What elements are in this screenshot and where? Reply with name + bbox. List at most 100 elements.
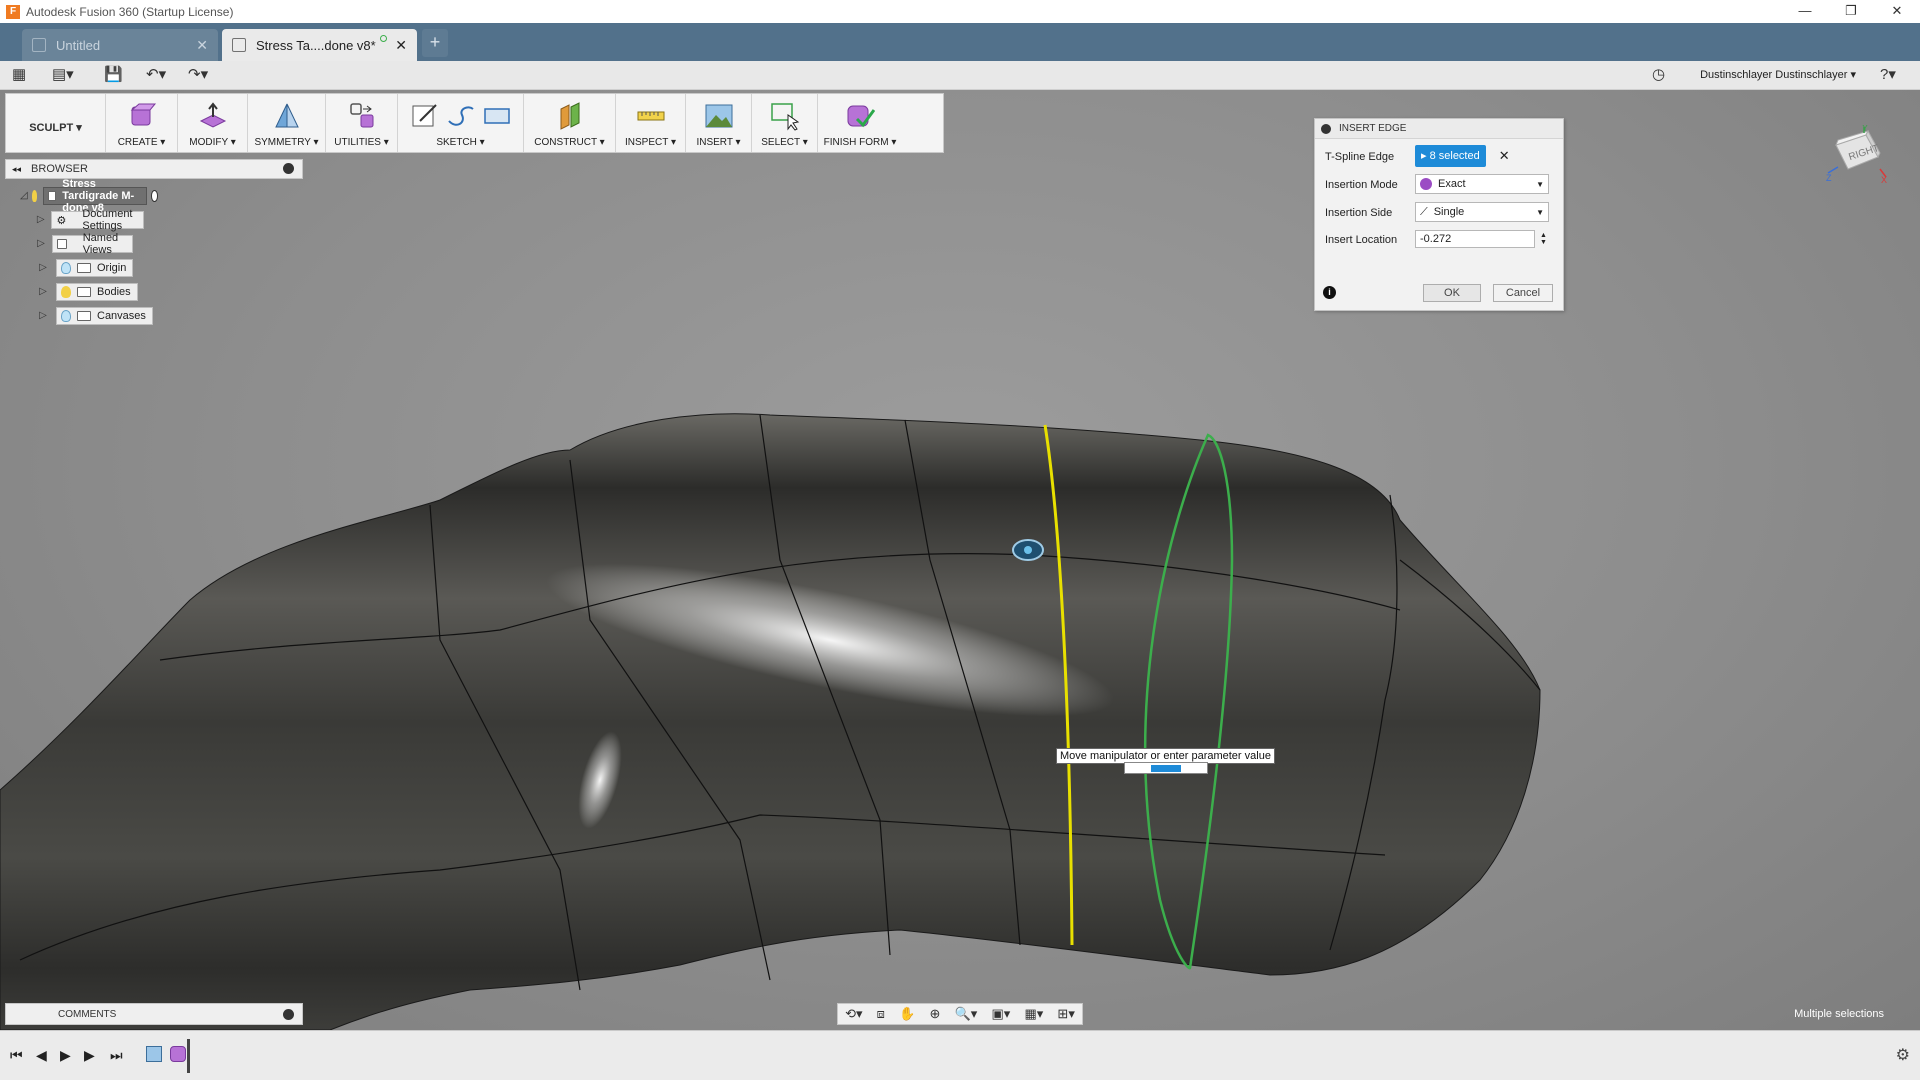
- look-at-icon[interactable]: ⧈: [877, 1006, 885, 1022]
- symmetry-label: SYMMETRY ▾: [254, 137, 319, 148]
- orbit-icon[interactable]: ⟲▾: [845, 1006, 862, 1022]
- item-label: Bodies: [97, 286, 131, 298]
- collapse-panel-icon[interactable]: ◂◂: [12, 164, 21, 175]
- symmetry-menu[interactable]: SYMMETRY ▾: [248, 94, 326, 152]
- ok-button[interactable]: OK: [1423, 284, 1481, 302]
- comments-panel[interactable]: COMMENTS: [5, 1003, 303, 1025]
- fit-zoom-window-icon[interactable]: 🔍▾: [955, 1006, 978, 1022]
- collapse-triangle-icon[interactable]: ◿: [20, 189, 28, 203]
- dialog-title: INSERT EDGE: [1339, 123, 1407, 134]
- finish-form-icon: [847, 105, 875, 128]
- redo-icon[interactable]: ↷▾: [188, 65, 208, 85]
- symmetry-icon: [274, 103, 299, 128]
- cancel-button[interactable]: Cancel: [1493, 284, 1553, 302]
- go-to-start-icon[interactable]: ⏮: [10, 1047, 23, 1064]
- activate-radio-icon[interactable]: [150, 190, 159, 202]
- browser-item-bodies[interactable]: ▷ Bodies: [36, 282, 138, 302]
- single-side-icon: ⟋: [1420, 205, 1428, 218]
- select-menu[interactable]: SELECT ▾: [752, 94, 818, 152]
- construct-menu[interactable]: CONSTRUCT ▾: [524, 94, 616, 152]
- expand-triangle-icon[interactable]: ▷: [36, 285, 50, 299]
- browser-item-document-settings[interactable]: ▷ ⚙ Document Settings: [36, 208, 145, 232]
- visibility-bulb-icon[interactable]: [61, 262, 71, 274]
- visibility-bulb-icon[interactable]: [61, 310, 71, 322]
- tab-untitled[interactable]: Untitled ✕: [22, 29, 218, 61]
- timeline-marker[interactable]: [187, 1039, 190, 1073]
- new-tab-button[interactable]: +: [422, 29, 448, 57]
- close-window-button[interactable]: ✕: [1874, 0, 1920, 23]
- save-icon[interactable]: 💾: [104, 65, 123, 85]
- go-to-end-icon[interactable]: ⏭: [110, 1047, 123, 1064]
- data-panel-grid-icon[interactable]: ▦: [12, 65, 26, 85]
- finish-form-menu[interactable]: FINISH FORM ▾: [818, 94, 902, 152]
- canvas-viewport[interactable]: [0, 90, 1920, 1030]
- folder-icon: [77, 311, 91, 321]
- browser-panel-header[interactable]: ◂◂ BROWSER: [5, 159, 303, 179]
- job-status-clock-icon[interactable]: ◷: [1652, 65, 1665, 85]
- browser-item-named-views[interactable]: ▷ Named Views: [36, 232, 134, 256]
- spinner-arrows-icon[interactable]: ▲ ▼: [1540, 232, 1547, 246]
- browser-item-origin[interactable]: ▷ Origin: [36, 258, 134, 278]
- workspace-switcher[interactable]: SCULPT ▾: [6, 94, 106, 152]
- create-menu[interactable]: CREATE ▾: [106, 94, 178, 152]
- visibility-bulb-icon[interactable]: [61, 286, 71, 298]
- insert-menu[interactable]: INSERT ▾: [686, 94, 752, 152]
- expand-triangle-icon[interactable]: ▷: [36, 309, 50, 323]
- insertion-mode-dropdown[interactable]: Exact ▼: [1415, 174, 1549, 194]
- play-icon[interactable]: ▶: [60, 1047, 71, 1064]
- inspect-label: INSPECT ▾: [625, 137, 676, 148]
- rectangle-icon: [483, 108, 510, 124]
- spline-icon: [447, 106, 474, 126]
- browser-root-node[interactable]: ◿ Stress Tardigrade M-done v8: [20, 178, 159, 214]
- minimize-button[interactable]: —: [1782, 0, 1828, 23]
- create-sketch-icon: [412, 104, 437, 127]
- expand-triangle-icon[interactable]: ▷: [36, 237, 46, 251]
- close-tab-icon[interactable]: ✕: [395, 37, 407, 54]
- finish-form-label: FINISH FORM ▾: [823, 137, 897, 148]
- user-account-menu[interactable]: Dustinschlayer Dustinschlayer ▾: [1700, 68, 1856, 81]
- display-settings-icon[interactable]: ▣▾: [991, 1006, 1010, 1022]
- help-icon[interactable]: ?▾: [1880, 65, 1896, 85]
- zoom-icon[interactable]: ⊕: [929, 1006, 940, 1022]
- inspect-menu[interactable]: INSPECT ▾: [616, 94, 686, 152]
- sketch-menu[interactable]: SKETCH ▾: [398, 94, 524, 152]
- sketch-label: SKETCH ▾: [436, 137, 485, 148]
- tab-stress-tardigrade[interactable]: Stress Ta....done v8* ✕: [222, 29, 417, 61]
- value-entry-box[interactable]: [1124, 762, 1208, 774]
- fusion-logo-icon: F: [6, 4, 20, 19]
- expand-triangle-icon[interactable]: ▷: [36, 261, 50, 275]
- dialog-header[interactable]: INSERT EDGE: [1315, 119, 1563, 139]
- gear-icon: ⚙: [56, 214, 67, 227]
- add-comment-icon[interactable]: [283, 1009, 294, 1020]
- window-title: Autodesk Fusion 360 (Startup License): [26, 4, 234, 19]
- step-forward-icon[interactable]: ▶: [84, 1047, 95, 1064]
- tspline-body-model[interactable]: [0, 90, 1920, 1030]
- dialog-collapse-icon[interactable]: [1321, 123, 1331, 134]
- close-tab-icon[interactable]: ✕: [196, 37, 208, 54]
- grid-settings-icon[interactable]: ▦▾: [1024, 1006, 1043, 1022]
- browser-item-canvases[interactable]: ▷ Canvases: [36, 306, 153, 326]
- restore-button[interactable]: ❐: [1828, 0, 1874, 23]
- modify-menu[interactable]: MODIFY ▾: [178, 94, 248, 152]
- step-back-icon[interactable]: ◀: [36, 1047, 47, 1064]
- insertion-mode-value: Exact: [1438, 178, 1466, 190]
- clear-selection-icon[interactable]: ✕: [1499, 148, 1510, 164]
- info-icon[interactable]: i: [1323, 286, 1336, 299]
- utilities-menu[interactable]: UTILITIES ▾: [326, 94, 398, 152]
- timeline-form-feature-icon[interactable]: [170, 1046, 186, 1062]
- view-cube[interactable]: RIGHT Z Y X: [1826, 123, 1888, 185]
- undo-icon[interactable]: ↶▾: [146, 65, 166, 85]
- sculpt-toolbar: SCULPT ▾ CREATE ▾ MODIFY ▾ SYMMETRY ▾ UT…: [5, 93, 944, 153]
- visibility-bulb-icon[interactable]: [31, 190, 38, 202]
- pan-hand-icon[interactable]: ✋: [899, 1006, 915, 1022]
- insert-location-input[interactable]: -0.272: [1415, 230, 1535, 248]
- expand-triangle-icon[interactable]: ▷: [36, 213, 45, 227]
- insertion-side-dropdown[interactable]: ⟋ Single ▼: [1415, 202, 1549, 222]
- timeline-canvas-feature-icon[interactable]: [146, 1046, 162, 1062]
- viewports-icon[interactable]: ⊞▾: [1057, 1006, 1074, 1022]
- timeline-settings-gear-icon[interactable]: ⚙: [1896, 1045, 1910, 1065]
- panel-menu-icon[interactable]: [283, 163, 294, 174]
- tspline-edge-selection-button[interactable]: ▸ 8 selected: [1415, 145, 1486, 167]
- file-menu-icon[interactable]: ▤▾: [52, 65, 74, 85]
- quick-access-toolbar: ▦ ▤▾ 💾 ↶▾ ↷▾ ◷ Dustinschlayer Dustinschl…: [0, 61, 1920, 90]
